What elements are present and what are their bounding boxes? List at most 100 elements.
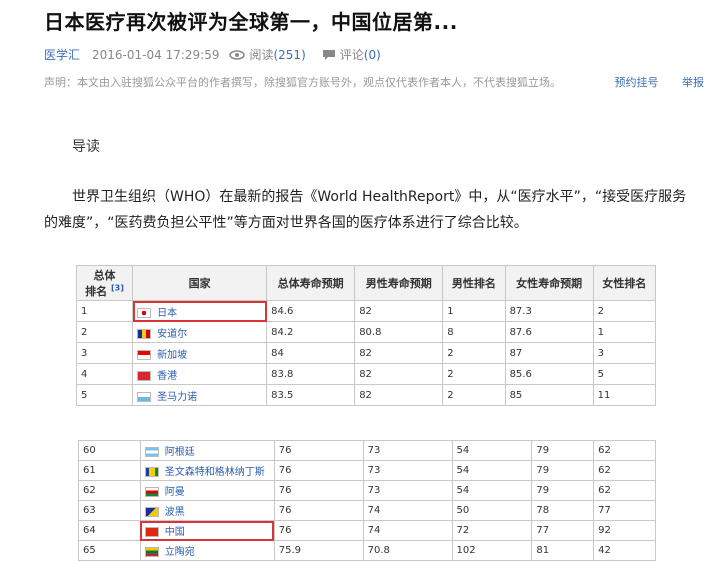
cell-rank: 62 (78, 480, 141, 501)
flag-icon (144, 487, 159, 497)
cell-male-rank: 54 (451, 460, 533, 481)
cell-female-rank: 42 (593, 540, 656, 561)
subscribe-link[interactable]: 预约挂号 (615, 76, 659, 89)
cell-female-rank: 77 (593, 500, 656, 521)
reads-stat: 阅读 (251) (229, 46, 306, 63)
cell-male-life: 82 (354, 384, 444, 406)
table-row: 3 新加坡 84 82 2 87 3 (75, 342, 657, 364)
country-link[interactable]: 圣马力诺 (157, 392, 197, 403)
cell-male-rank: 72 (451, 520, 533, 541)
cell-female-rank: 62 (593, 480, 656, 501)
cell-male-rank: 50 (451, 500, 533, 521)
cell-life: 76 (273, 500, 364, 521)
cell-life: 76 (273, 460, 364, 481)
cell-rank: 60 (78, 440, 141, 461)
header-rank: 总体 排名 [3] (75, 265, 134, 301)
table-row: 1 日本 84.6 82 1 87.3 2 (75, 300, 657, 322)
cell-female-life: 79 (531, 460, 595, 481)
cell-rank: 64 (78, 520, 141, 541)
cell-female-life: 85 (504, 384, 594, 406)
article-actions: 预约挂号 举报 (595, 74, 705, 90)
flag-icon (137, 370, 152, 381)
flag-icon (137, 391, 152, 402)
cell-male-rank: 54 (451, 480, 533, 501)
cell-male-life: 73 (362, 440, 453, 461)
header-male-life: 男性寿命预期 (354, 265, 444, 301)
cell-life: 75.9 (273, 540, 364, 561)
cell-male-rank: 2 (442, 384, 506, 406)
cell-female-rank: 11 (592, 384, 657, 406)
comments-stat[interactable]: 评论 (0) (322, 46, 381, 63)
comments-label: 评论 (339, 48, 364, 62)
article-meta: 医学汇 2016-01-04 17:29:59 阅读 (251) 评论 (0) (44, 46, 397, 63)
country-link[interactable]: 安道尔 (157, 329, 187, 340)
cell-country: 圣文森特和格林纳丁斯 (139, 460, 275, 481)
cell-male-rank: 54 (451, 440, 533, 461)
flag-icon (144, 547, 159, 557)
cell-rank: 63 (78, 500, 141, 521)
cell-life: 76 (273, 520, 364, 541)
report-link[interactable]: 举报 (682, 76, 704, 89)
cell-male-life: 82 (354, 300, 444, 322)
cell-country: 波黑 (139, 500, 275, 521)
cell-rank: 4 (75, 363, 134, 385)
cell-male-life: 74 (362, 500, 453, 521)
rank-reference[interactable]: [3] (111, 283, 124, 292)
cell-female-life: 78 (531, 500, 595, 521)
cell-life: 84.2 (266, 321, 356, 343)
cell-male-rank: 102 (451, 540, 533, 561)
source-link[interactable]: 医学汇 (44, 46, 80, 63)
table-row: 65 立陶宛 75.9 70.8 102 81 42 (78, 540, 656, 561)
cell-country: 阿根廷 (139, 440, 275, 461)
cell-country: 中国 (139, 520, 275, 541)
table-row: 2 安道尔 84.2 80.8 8 87.6 1 (75, 321, 657, 343)
cell-rank: 2 (75, 321, 134, 343)
cell-country: 新加坡 (132, 342, 268, 364)
country-link[interactable]: 日本 (157, 308, 177, 319)
cell-female-rank: 62 (593, 460, 656, 481)
cell-female-rank: 5 (592, 363, 657, 385)
country-link[interactable]: 新加坡 (157, 350, 187, 361)
header-rank-line1: 总体 (93, 269, 116, 282)
flag-icon (137, 328, 152, 339)
disclaimer-text: 声明：本文由入驻搜狐公众平台的作者撰写，除搜狐官方账号外，观点仅代表作者本人，不… (44, 76, 561, 89)
country-link[interactable]: 阿根廷 (165, 447, 195, 458)
cell-female-life: 79 (531, 480, 595, 501)
cell-female-life: 85.6 (504, 363, 594, 385)
cell-male-rank: 2 (442, 363, 506, 385)
cell-male-life: 73 (362, 480, 453, 501)
cell-male-life: 73 (362, 460, 453, 481)
table-row: 61 圣文森特和格林纳丁斯 76 73 54 79 62 (78, 460, 656, 481)
reads-count: (251) (273, 47, 306, 62)
country-link[interactable]: 圣文森特和格林纳丁斯 (165, 467, 265, 478)
header-female-rank: 女性排名 (592, 265, 657, 301)
country-link[interactable]: 香港 (157, 371, 177, 382)
disclaimer-bar: 声明：本文由入驻搜狐公众平台的作者撰写，除搜狐官方账号外，观点仅代表作者本人，不… (44, 74, 704, 90)
country-link[interactable]: 波黑 (165, 507, 185, 518)
header-male-rank: 男性排名 (442, 265, 506, 301)
top-rank-table: 总体 排名 [3] 国家 总体寿命预期 男性寿命预期 男性排名 女性寿命预期 女… (75, 265, 657, 406)
cell-female-life: 81 (531, 540, 595, 561)
eye-icon (229, 49, 246, 60)
cell-rank: 1 (75, 300, 134, 322)
header-female-life: 女性寿命预期 (504, 265, 594, 301)
comments-count: (0) (363, 47, 381, 62)
cell-country: 日本 (132, 300, 268, 322)
cell-country: 圣马力诺 (132, 384, 268, 406)
cell-rank: 5 (75, 384, 134, 406)
cell-rank: 61 (78, 460, 141, 481)
cell-female-life: 87.6 (504, 321, 594, 343)
cell-female-rank: 1 (592, 321, 657, 343)
cell-life: 84 (266, 342, 356, 364)
country-link[interactable]: 中国 (165, 527, 185, 538)
cell-male-life: 80.8 (354, 321, 444, 343)
cell-life: 83.8 (266, 363, 356, 385)
country-link[interactable]: 立陶宛 (165, 547, 195, 558)
article-paragraph: 世界卫生组织（WHO）在最新的报告《World HealthReport》中，从… (44, 189, 687, 231)
cell-female-rank: 62 (593, 440, 656, 461)
table-row: 64 中国 76 74 72 77 92 (78, 520, 656, 541)
table-row: 4 香港 83.8 82 2 85.6 5 (75, 363, 657, 385)
cell-male-rank: 2 (442, 342, 506, 364)
country-link[interactable]: 阿曼 (165, 487, 185, 498)
cell-country: 阿曼 (139, 480, 275, 501)
